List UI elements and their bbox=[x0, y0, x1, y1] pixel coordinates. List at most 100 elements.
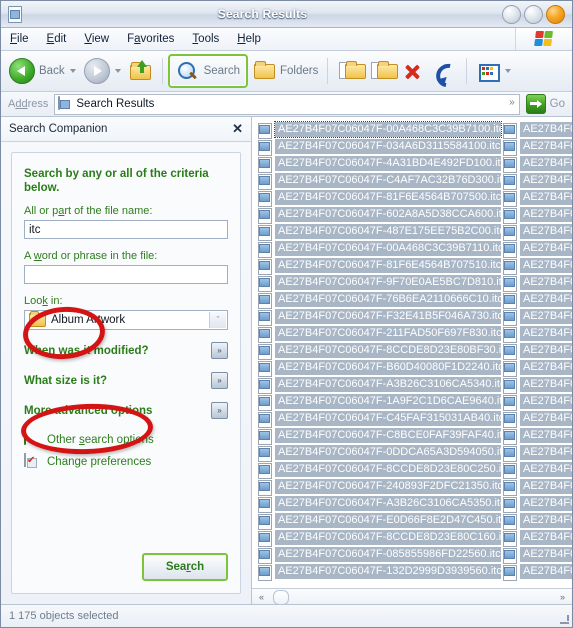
list-item[interactable]: AE27B4F0 bbox=[501, 138, 572, 156]
list-item[interactable]: AE27B4F07C06047F-1A9F2C1D6CAE9640.itc bbox=[256, 393, 501, 411]
list-item[interactable]: AE27B4F0 bbox=[501, 274, 572, 292]
list-item[interactable]: AE27B4F07C06047F-81F6E4564B707500.itc bbox=[256, 189, 501, 207]
search-toggle-button[interactable]: Search bbox=[167, 54, 249, 88]
list-item[interactable]: AE27B4F0 bbox=[501, 223, 572, 241]
list-item[interactable]: AE27B4F0 bbox=[501, 257, 572, 275]
list-item[interactable]: AE27B4F0 bbox=[501, 291, 572, 309]
chevrons-up-icon-2[interactable]: » bbox=[211, 372, 228, 389]
list-item[interactable]: AE27B4F07C06047F-C8BCE0FAF39FAF40.itc bbox=[256, 427, 501, 445]
menu-favorites[interactable]: Favorites bbox=[118, 30, 183, 48]
list-item[interactable]: AE27B4F0 bbox=[501, 172, 572, 190]
scrollbar-thumb[interactable] bbox=[273, 590, 289, 605]
list-item[interactable]: AE27B4F07C06047F-F32E41B5F046A730.itc bbox=[256, 308, 501, 326]
change-preferences-link[interactable]: Change preferences bbox=[24, 453, 228, 470]
list-item[interactable]: AE27B4F07C06047F-A3B26C3106CA5340.itc bbox=[256, 376, 501, 394]
list-item[interactable]: AE27B4F0 bbox=[501, 444, 572, 462]
menu-file[interactable]: File bbox=[1, 30, 38, 48]
section-what-size[interactable]: What size is it? » bbox=[24, 372, 228, 389]
go-button[interactable]: Go bbox=[520, 94, 569, 114]
list-item[interactable]: AE27B4F07C06047F-9F70E0AE5BC7D810.itc bbox=[256, 274, 501, 292]
list-item[interactable]: AE27B4F0 bbox=[501, 512, 572, 530]
up-button[interactable] bbox=[125, 55, 157, 87]
list-item[interactable]: AE27B4F07C06047F-0DDCA65A3D594050.itc bbox=[256, 444, 501, 462]
list-item[interactable]: AE27B4F0 bbox=[501, 563, 572, 581]
list-item[interactable]: AE27B4F0 bbox=[501, 529, 572, 547]
list-item[interactable]: AE27B4F07C06047F-085855986FD22560.itc bbox=[256, 546, 501, 564]
back-dropdown-icon[interactable] bbox=[69, 69, 76, 73]
list-item[interactable]: AE27B4F0 bbox=[501, 410, 572, 428]
list-item[interactable]: AE27B4F07C06047F-76B6EA2110666C10.itc bbox=[256, 291, 501, 309]
move-to-button[interactable] bbox=[333, 55, 367, 87]
list-item[interactable]: AE27B4F07C06047F-8CCDE8D23E80C250.itc bbox=[256, 461, 501, 479]
menu-edit[interactable]: Edit bbox=[38, 30, 76, 48]
close-button[interactable] bbox=[546, 4, 565, 24]
list-item[interactable]: AE27B4F07C06047F-132D2999D3939560.itc bbox=[256, 563, 501, 581]
scroll-right-button[interactable]: » bbox=[555, 590, 570, 603]
maximize-button[interactable] bbox=[524, 4, 543, 24]
forward-dropdown-icon[interactable] bbox=[114, 69, 121, 73]
list-item[interactable]: AE27B4F0 bbox=[501, 308, 572, 326]
copy-to-button[interactable] bbox=[365, 55, 399, 87]
undo-button[interactable] bbox=[429, 55, 465, 92]
list-item[interactable]: AE27B4F0 bbox=[501, 189, 572, 207]
list-item[interactable]: AE27B4F07C06047F-00A468C3C39B7100.itc bbox=[256, 121, 502, 139]
folders-button[interactable]: Folders bbox=[248, 55, 322, 87]
horizontal-scrollbar[interactable]: « » bbox=[252, 588, 572, 605]
list-item[interactable]: AE27B4F0 bbox=[501, 546, 572, 564]
list-item[interactable]: AE27B4F0 bbox=[501, 240, 572, 258]
resize-grip[interactable] bbox=[558, 613, 569, 624]
lookin-dropdown[interactable]: Album Artwork ˇ bbox=[24, 310, 228, 330]
address-input[interactable]: Search Results » bbox=[54, 93, 520, 115]
list-item[interactable]: AE27B4F07C06047F-240893F2DFC21350.itc bbox=[256, 478, 501, 496]
section-advanced[interactable]: More advanced options » bbox=[24, 402, 228, 419]
chevron-down-icon[interactable]: ˇ bbox=[209, 312, 226, 328]
list-item[interactable]: AE27B4F0 bbox=[501, 121, 572, 139]
list-item[interactable]: AE27B4F07C06047F-A3B26C3106CA5350.itc bbox=[256, 495, 501, 513]
file-list[interactable]: AE27B4F07C06047F-00A468C3C39B7100.itc AE2… bbox=[252, 117, 572, 588]
chevrons-up-icon[interactable]: » bbox=[211, 342, 228, 359]
list-item[interactable]: AE27B4F07C06047F-487E175EE75B2C00.itc bbox=[256, 223, 501, 241]
views-button[interactable] bbox=[472, 55, 515, 87]
list-item[interactable]: AE27B4F0 bbox=[501, 206, 572, 224]
list-item[interactable]: AE27B4F0 bbox=[501, 495, 572, 513]
back-button[interactable]: Back bbox=[5, 55, 80, 87]
scrollbar-track[interactable] bbox=[269, 590, 555, 605]
search-button[interactable]: Sea r ch bbox=[142, 553, 228, 581]
scroll-left-button[interactable]: « bbox=[254, 590, 269, 603]
list-item[interactable]: AE27B4F07C06047F-C45FAF315031AB40.itc bbox=[256, 410, 501, 428]
list-item[interactable]: AE27B4F07C06047F-C4AF7AC32B76D300.itc bbox=[256, 172, 501, 190]
list-item[interactable]: AE27B4F07C06047F-E0D66F8E2D47C450.itc bbox=[256, 512, 501, 530]
section-when-modified[interactable]: When was it modified? » bbox=[24, 342, 228, 359]
views-dropdown-icon[interactable] bbox=[505, 69, 512, 73]
list-item[interactable]: AE27B4F0 bbox=[501, 155, 572, 173]
chevrons-up-icon-3[interactable]: » bbox=[211, 402, 228, 419]
other-search-options-link[interactable]: Other search options bbox=[24, 431, 228, 448]
list-item[interactable]: AE27B4F07C06047F-B60D40080F1D2240.itc bbox=[256, 359, 501, 377]
list-item[interactable]: AE27B4F07C06047F-034A6D3115584100.itc bbox=[256, 138, 501, 156]
forward-button[interactable] bbox=[80, 55, 125, 87]
list-item[interactable]: AE27B4F0 bbox=[501, 376, 572, 394]
list-item[interactable]: AE27B4F07C06047F-8CCDE8D23E80BF30.itc bbox=[256, 342, 501, 360]
list-item[interactable]: AE27B4F0 bbox=[501, 461, 572, 479]
filename-input[interactable]: itc bbox=[24, 220, 228, 239]
delete-button[interactable] bbox=[397, 55, 429, 87]
list-item[interactable]: AE27B4F07C06047F-211FAD50F697F830.itc bbox=[256, 325, 501, 343]
list-item[interactable]: AE27B4F0 bbox=[501, 427, 572, 445]
menu-tools[interactable]: Tools bbox=[183, 30, 228, 48]
list-item[interactable]: AE27B4F0 bbox=[501, 359, 572, 377]
list-item[interactable]: AE27B4F0 bbox=[501, 478, 572, 496]
list-item[interactable]: AE27B4F07C06047F-8CCDE8D23E80C160.itc bbox=[256, 529, 501, 547]
menu-view[interactable]: View bbox=[75, 30, 118, 48]
list-item[interactable]: AE27B4F07C06047F-81F6E4564B707510.itc bbox=[256, 257, 501, 275]
minimize-button[interactable] bbox=[502, 4, 521, 24]
word-input[interactable] bbox=[24, 265, 228, 284]
list-item[interactable]: AE27B4F07C06047F-00A468C3C39B7110.itc bbox=[256, 240, 501, 258]
address-dropdown-icon[interactable]: » bbox=[509, 97, 515, 108]
menu-help[interactable]: Help bbox=[228, 30, 270, 48]
list-item[interactable]: AE27B4F0 bbox=[501, 325, 572, 343]
list-item[interactable]: AE27B4F0 bbox=[501, 342, 572, 360]
list-item[interactable]: AE27B4F07C06047F-4A31BD4E492FD100.itc bbox=[256, 155, 501, 173]
close-icon[interactable]: ✕ bbox=[232, 121, 243, 137]
list-item[interactable]: AE27B4F07C06047F-602A8A5D38CCA600.itc bbox=[256, 206, 501, 224]
list-item[interactable]: AE27B4F0 bbox=[501, 393, 572, 411]
